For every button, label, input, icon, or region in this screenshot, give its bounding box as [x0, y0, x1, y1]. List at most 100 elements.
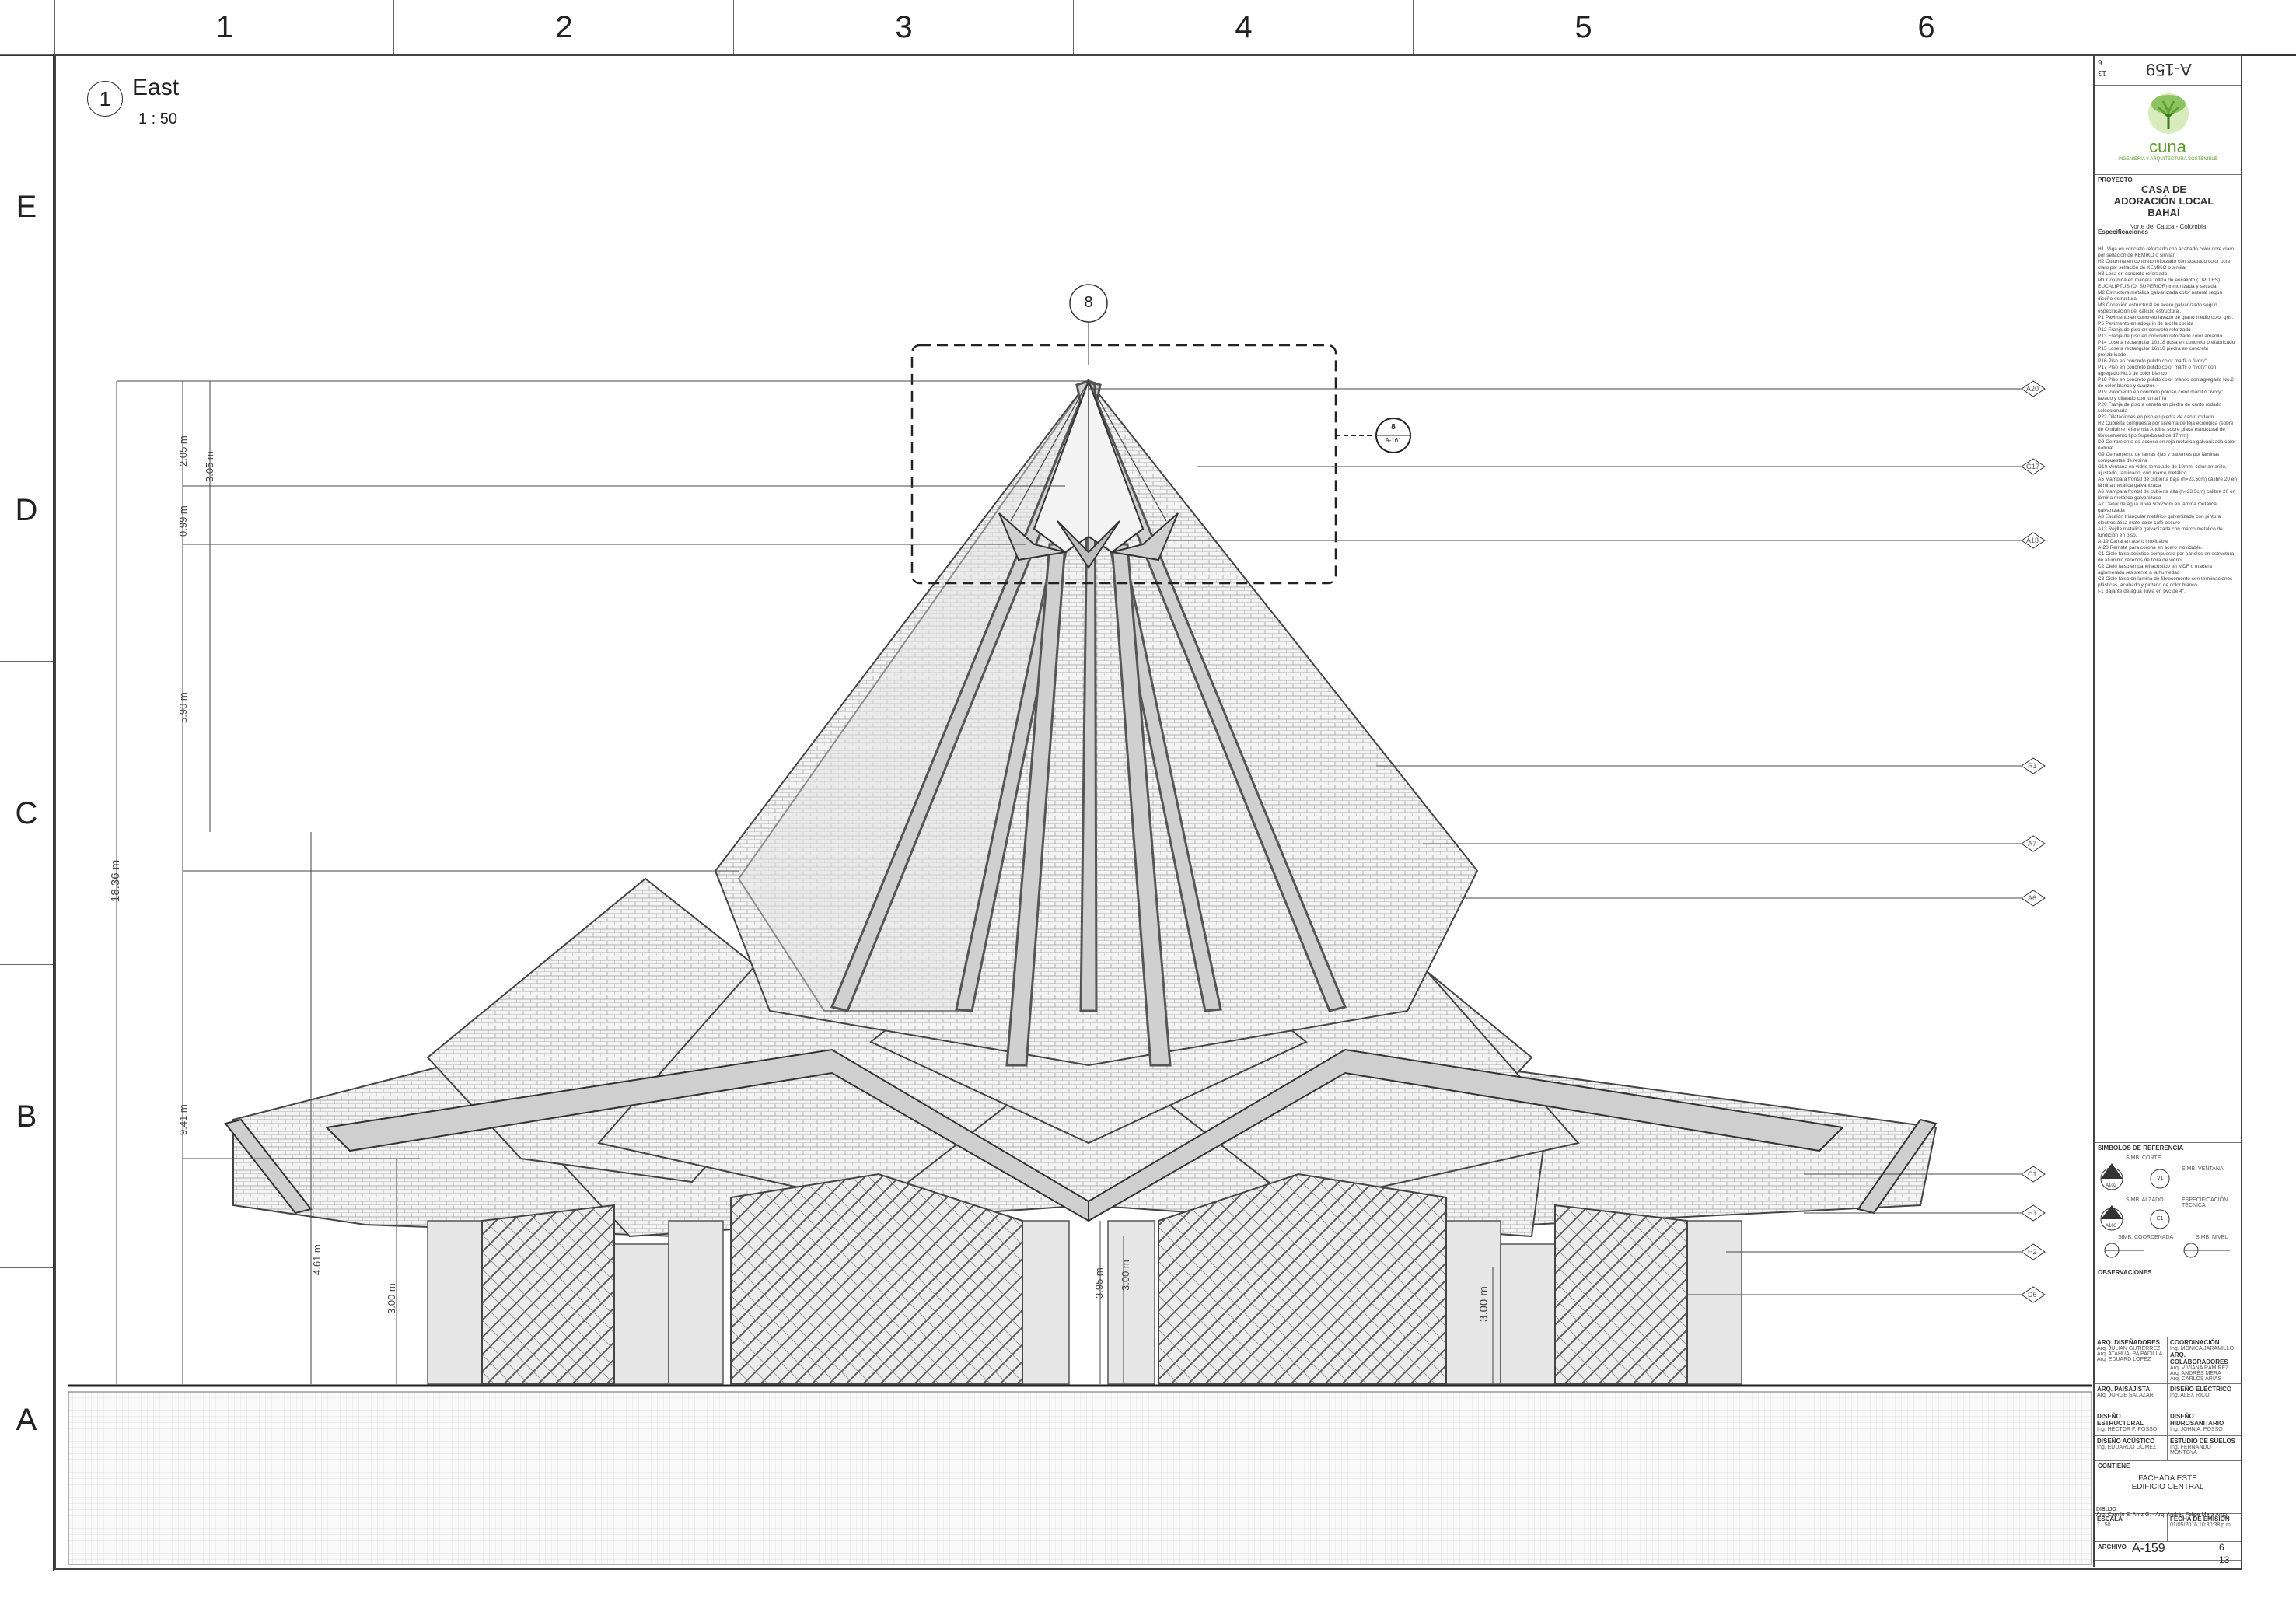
east-elevation-drawing: [68, 284, 2092, 1565]
grid-row-d: D: [0, 358, 53, 662]
tag-h2: H2: [2028, 1248, 2037, 1256]
tb-sheet-box: A-159 6 13: [2093, 1540, 2239, 1568]
dim-18-36: 18.36 m: [109, 859, 122, 902]
columns: [427, 1220, 1742, 1385]
tb-top-page: 6: [2098, 58, 2102, 66]
grid-row-c: C: [0, 661, 53, 965]
dim-3-00-right: 3.00 m: [1477, 1286, 1490, 1322]
dim-9-41: 9.41 m: [177, 1104, 189, 1135]
observaciones-label: OBSERVACIONES: [2098, 1269, 2152, 1276]
grid-column-5: 5: [1413, 0, 1753, 54]
acustico-label: DISEÑO ACÚSTICO: [2097, 1438, 2155, 1445]
dim-2-05: 2.05 m: [177, 435, 189, 467]
dibujo: Arq. Camilo E. Arriz G. - Arq. Andrés Fe…: [2096, 1512, 2228, 1518]
tb-observaciones-box: OBSERVACIONES: [2095, 1267, 2241, 1337]
tb-top-total: 13: [2098, 68, 2107, 77]
electrico: Ing. ALEX RICO: [2170, 1393, 2210, 1398]
electrico-label: DISEÑO ELÉCTRICO: [2170, 1386, 2232, 1393]
sheet-total: 13: [2219, 1554, 2230, 1565]
dim-4-61: 4.61 m: [311, 1244, 323, 1275]
tb-logo-box: cuna INGENIERIA Y ARQUITECTURA SOSTENIBL…: [2095, 86, 2241, 175]
grid-row-e: E: [0, 54, 53, 358]
tag-a6: A6: [2028, 894, 2037, 902]
symbol-nivel-label: SIMB. NIVEL: [2196, 1235, 2228, 1240]
disenadores-label: ARQ. DISEÑADORES: [2097, 1339, 2160, 1346]
disenadores: Arq. JULIAN GUTIERREZ Arq. ATAHUALPA PAD…: [2097, 1346, 2163, 1362]
estructural: Ing. HECTOR F. POSSO: [2097, 1427, 2158, 1432]
paisajista: Arq. JORGE SALAZAR: [2097, 1393, 2154, 1398]
symbol-corte-label: SIMB. CORTE: [2126, 1155, 2161, 1161]
tag-c1: C1: [2028, 1170, 2037, 1178]
tag-h1: H1: [2028, 1209, 2037, 1217]
symbol-especificacion-label: ESPECIFICACIÓN TÉCNICA: [2182, 1197, 2228, 1208]
tb-project-box: PROYECTO CASA DE ADORACIÓN LOCAL BAHAÍ N…: [2095, 175, 2241, 230]
section-ref-sheet: A-161: [1385, 437, 1402, 444]
section-ref-number: 8: [1391, 423, 1396, 432]
tag-a18: A18: [2026, 537, 2039, 544]
tb-credits-row-3: DISEÑO ESTRUCTURAL Ing. HECTOR F. POSSO …: [2095, 1411, 2241, 1436]
grid-column-1: 1: [54, 0, 394, 54]
company-name: cuna: [2149, 137, 2186, 156]
paisajista-label: ARQ. PAISAJISTA: [2097, 1386, 2151, 1393]
tag-a7: A7: [2028, 840, 2037, 848]
title-block: 6 13 A-159 cuna INGENIERIA Y ARQUITECTUR…: [2093, 54, 2241, 1567]
project-label: PROYECTO: [2098, 177, 2133, 184]
symbol-espec-code: E1: [2157, 1216, 2164, 1222]
tag-r1: R1: [2028, 762, 2037, 770]
tag-a20: A20: [2026, 385, 2039, 393]
specs-text: H1 Viga en concreto reforzado con acabad…: [2098, 246, 2238, 594]
grid-column-4: 4: [1073, 0, 1414, 54]
grid-row-header: E D C B A: [0, 54, 54, 1571]
grid-column-6: 6: [1753, 0, 2099, 54]
colaboradores: Arq. VIVIANA RAMIREZ Arq. ANDRÉS MERA Ar…: [2170, 1365, 2229, 1382]
symbol-corte-code: A102: [2106, 1183, 2117, 1188]
coordinacion: Ing. MÓNICA JARAMILLO: [2170, 1346, 2235, 1351]
company-sub: INGENIERIA Y ARQUITECTURA SOSTENIBLE: [2118, 157, 2217, 162]
sheet-number: A-159: [2132, 1542, 2165, 1555]
tb-top-sheet: A-159: [2146, 60, 2192, 79]
grid-row-a: A: [0, 1267, 53, 1571]
crown-callout-number: 8: [1084, 294, 1093, 311]
tag-g17: G17: [2026, 463, 2040, 470]
grid-column-2: 2: [393, 0, 734, 54]
tb-specs-box: Especificaciones H1 Viga en concreto ref…: [2095, 225, 2241, 1143]
dim-5-90: 5.90 m: [177, 692, 189, 723]
sheet-page: 6: [2219, 1542, 2224, 1553]
hidro-label: DISEÑO HIDROSANITARIO: [2170, 1413, 2224, 1427]
tb-dibujo-box: DIBUJO Arq. Camilo E. Arriz G. - Arq. An…: [2093, 1505, 2239, 1528]
tb-credits-row-2: ARQ. PAISAJISTA Arq. JORGE SALAZAR DISEÑ…: [2095, 1384, 2241, 1411]
tb-top-sheet-box: 6 13 A-159: [2095, 54, 2241, 86]
suelos: Ing. FERNANDO MONTOYA: [2170, 1445, 2211, 1456]
symbol-alzado-label: SIMB. ALZADO: [2126, 1197, 2164, 1203]
tb-credits-row-4: DISEÑO ACÚSTICO Ing. EDUARDO GOMEZ ESTUD…: [2095, 1436, 2241, 1461]
estructural-label: DISEÑO ESTRUCTURAL: [2097, 1413, 2144, 1427]
dim-3-95: 3.95 m: [1093, 1267, 1105, 1299]
symbol-alzado-code: A103: [2106, 1224, 2117, 1229]
hidro: Ing. JOHN A. POSSO: [2170, 1427, 2223, 1432]
contiene: FACHADA ESTE EDIFICIO CENTRAL: [2131, 1474, 2204, 1491]
symbols-label: SIMBOLOS DE REFERENCIA: [2098, 1145, 2184, 1152]
grid-row-b: B: [0, 964, 53, 1268]
dibujo-label: DIBUJO: [2096, 1507, 2116, 1512]
ground-plane: [68, 1384, 2092, 1565]
acustico: Ing. EDUARDO GOMEZ: [2097, 1445, 2157, 1450]
dim-3-00-mid: 3.00 m: [1120, 1260, 1131, 1291]
reference-symbols-icon: [2100, 1163, 2230, 1258]
colaboradores-label: ARQ. COLABORADORES: [2170, 1351, 2228, 1365]
tb-credits-row-1: ARQ. DISEÑADORES Arq. JULIAN GUTIERREZ A…: [2095, 1337, 2241, 1384]
dim-0-99: 0.99 m: [177, 505, 189, 537]
tag-d6: D6: [2028, 1291, 2037, 1299]
specs-label: Especificaciones: [2098, 229, 2148, 236]
symbol-coordenada-label: SIMB. COORDENADA: [2118, 1235, 2174, 1240]
contiene-label: CONTIENE: [2098, 1463, 2130, 1470]
grid-column-3: 3: [733, 0, 1074, 54]
dim-3-05: 3.05 m: [204, 451, 215, 482]
grid-column-header: 1 2 3 4 5 6: [0, 0, 2296, 56]
symbol-ventana-code: V1: [2157, 1176, 2164, 1181]
project-title: CASA DE ADORACIÓN LOCAL BAHAÍ: [2113, 184, 2214, 218]
company-logo-icon: [2148, 93, 2189, 134]
tb-symbols-box: SIMBOLOS DE REFERENCIA SIMB. CORTE SIMB.…: [2095, 1143, 2241, 1267]
suelos-label: ESTUDIO DE SUELOS: [2170, 1438, 2236, 1445]
coordinacion-label: COORDINACIÓN: [2170, 1339, 2220, 1346]
symbol-ventana-label: SIMB. VENTANA: [2182, 1166, 2224, 1172]
